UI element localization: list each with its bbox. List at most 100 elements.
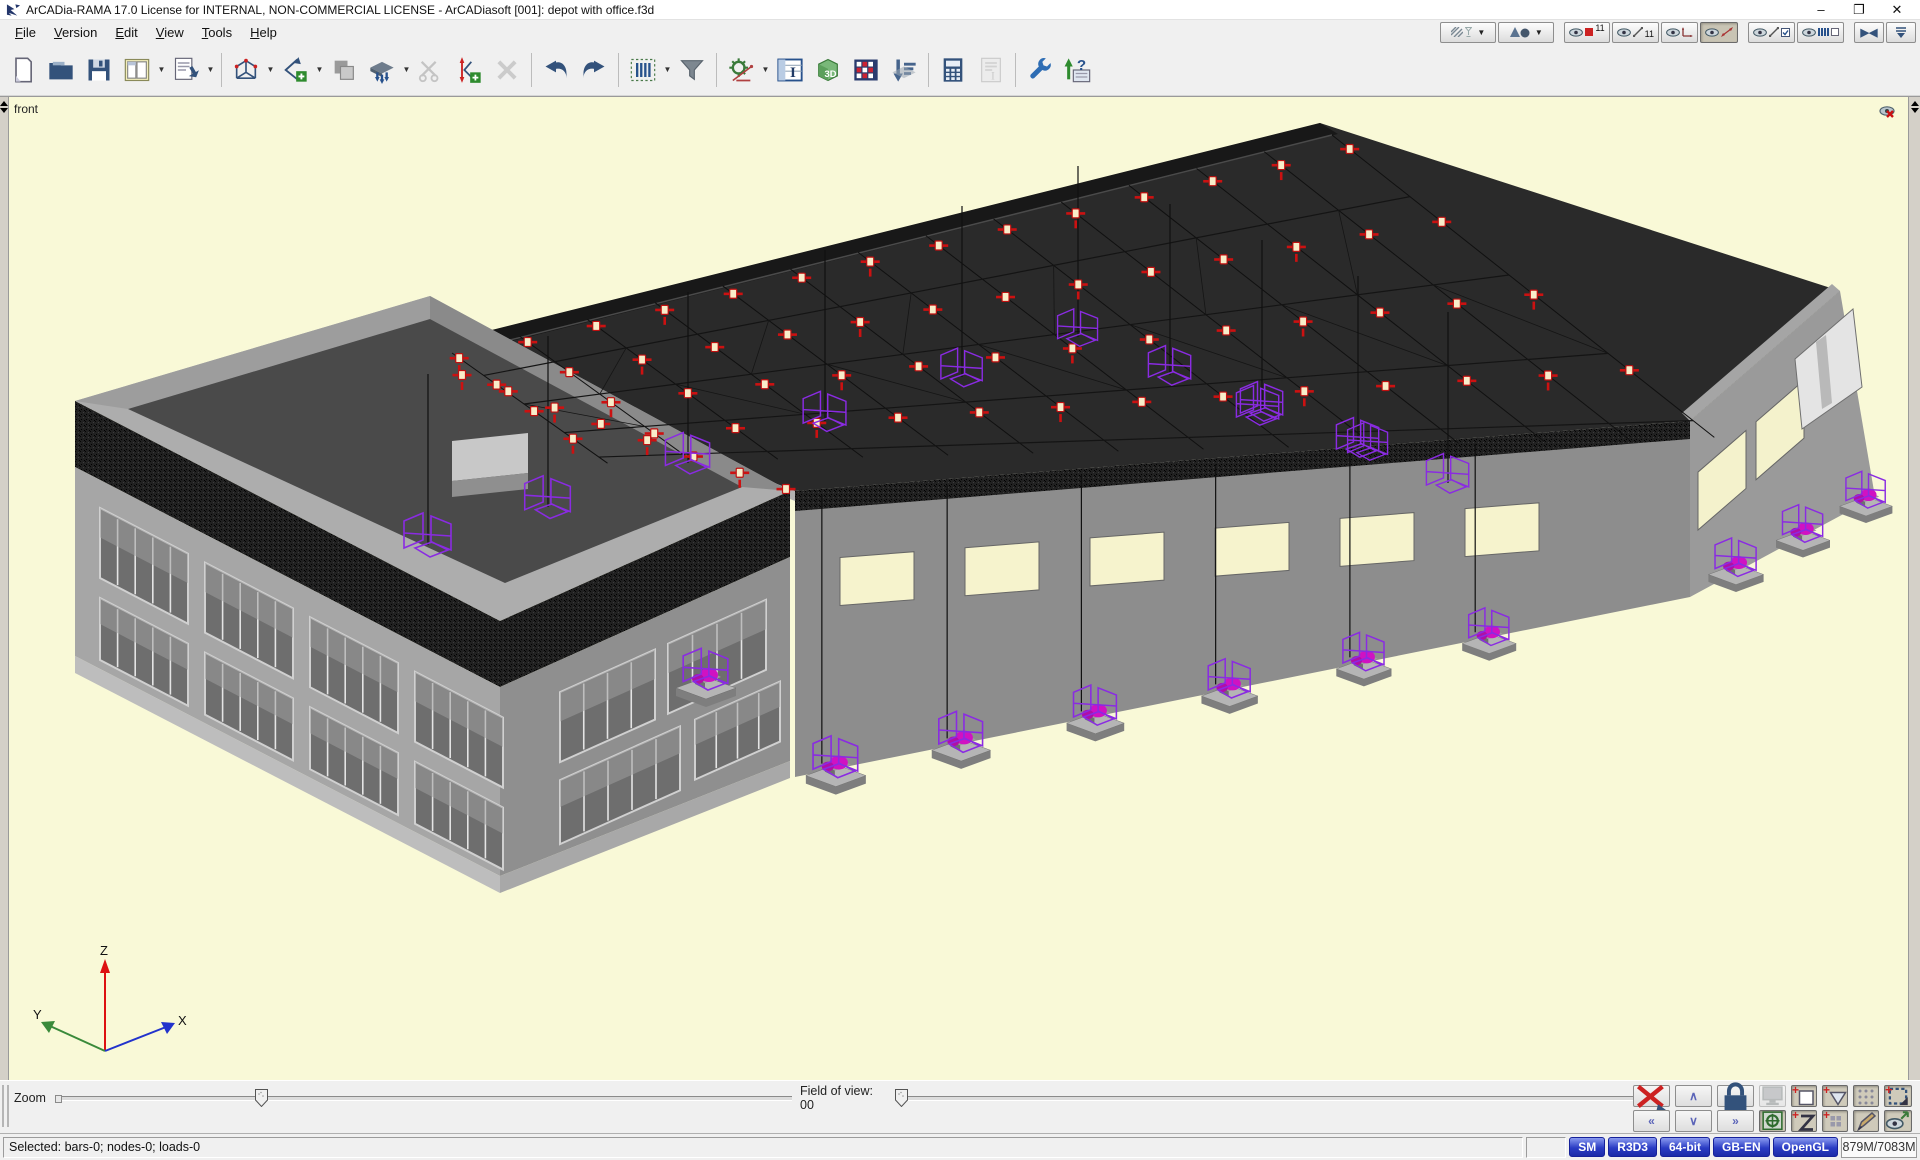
redo-icon [580, 56, 608, 84]
open-file-button[interactable] [42, 49, 80, 91]
add-dimension-button[interactable] [450, 49, 488, 91]
crop-icon: + [1885, 1084, 1911, 1108]
shading-mode-dropdown[interactable]: ▼ [1498, 22, 1554, 43]
menu-edit[interactable]: Edit [106, 23, 146, 42]
zoom-slider-thumb[interactable] [255, 1089, 268, 1107]
close-button[interactable]: ✕ [1878, 0, 1916, 19]
view-toggle-toolbar: ▼ ▼ 11 11 [1434, 22, 1920, 43]
frame-generator-button[interactable] [227, 49, 265, 91]
delete-button[interactable] [488, 49, 526, 91]
select-bars-button[interactable] [624, 49, 662, 91]
main-toolbar: ▼ ▼ ▼ ▼ ▼ ▼ ▼ I 3D I ? [0, 44, 1920, 96]
node-number-badge: 11 [1595, 23, 1604, 33]
zoom-slider[interactable] [56, 1096, 792, 1101]
duplicate-button[interactable] [325, 49, 363, 91]
toggle-node-numbers[interactable]: 11 [1564, 22, 1609, 43]
save-file-button[interactable] [80, 49, 118, 91]
report-button[interactable]: I [972, 49, 1010, 91]
structure-settings-dropdown[interactable]: ▼ [760, 49, 771, 91]
undo-button[interactable] [537, 49, 575, 91]
toggle-dimensions[interactable] [1700, 22, 1738, 43]
render-mode-dropdown[interactable]: ▼ [1440, 22, 1496, 43]
title-bar: ArCADia-RAMA 17.0 License for INTERNAL, … [0, 0, 1920, 20]
new-file-button[interactable] [4, 49, 42, 91]
restore-button[interactable]: ❐ [1840, 0, 1878, 19]
toggle-grid-visibility[interactable] [1797, 22, 1844, 43]
close-view-button[interactable] [1878, 105, 1900, 126]
view-crop-button[interactable]: + [1884, 1085, 1912, 1107]
view-visibility-button[interactable] [1884, 1110, 1912, 1132]
toolbar-grip[interactable] [2, 1085, 9, 1127]
view-3d-button[interactable]: 3D [809, 49, 847, 91]
toggle-bar-numbers[interactable]: 11 [1612, 22, 1659, 43]
3d-viewport[interactable]: front [0, 96, 1920, 1080]
import-document-button[interactable] [167, 49, 205, 91]
expand-panel-button[interactable] [1886, 22, 1916, 43]
menu-help[interactable]: Help [241, 23, 286, 42]
sort-loads-button[interactable] [885, 49, 923, 91]
collapse-panel-button[interactable]: ▶◀ [1854, 22, 1884, 43]
glass-icon [1465, 27, 1472, 37]
screen-fit-button[interactable] [1759, 1110, 1786, 1132]
display-mode-button[interactable] [1759, 1085, 1786, 1107]
add-load-button[interactable] [363, 49, 401, 91]
axis-y-label: Y [33, 1007, 42, 1022]
menu-view[interactable]: View [147, 23, 193, 42]
status-badge: OpenGL [1773, 1137, 1838, 1157]
eye-icon [1569, 28, 1583, 37]
redo-button[interactable] [575, 49, 613, 91]
toggle-bars-visibility[interactable] [1748, 22, 1795, 43]
menu-file[interactable]: File [6, 23, 45, 42]
structure-settings-button[interactable] [722, 49, 760, 91]
view-new-triangle-button[interactable]: + [1822, 1085, 1848, 1107]
rotate-down-button[interactable]: ∨ [1675, 1110, 1712, 1132]
3d-scene[interactable]: Z Y X [0, 97, 1920, 1080]
view-hourglass-button[interactable]: + [1791, 1110, 1817, 1132]
lock-view-button[interactable] [1717, 1085, 1754, 1107]
toggle-supports[interactable] [1661, 22, 1698, 43]
minimize-button[interactable]: – [1802, 0, 1840, 19]
add-bar-dropdown[interactable]: ▼ [314, 49, 325, 91]
results-map-button[interactable] [847, 49, 885, 91]
fov-slider-thumb[interactable] [895, 1089, 908, 1107]
refresh-view-button[interactable] [1633, 1085, 1670, 1107]
add-bar-button[interactable] [276, 49, 314, 91]
left-splitter[interactable] [0, 97, 9, 1080]
options-button[interactable] [1021, 49, 1059, 91]
cut-button[interactable] [412, 49, 450, 91]
window-controls: – ❐ ✕ [1802, 0, 1916, 19]
view-new-window-button[interactable]: + [1791, 1085, 1817, 1107]
svg-text:+: + [1792, 1110, 1799, 1122]
import-document-dropdown[interactable]: ▼ [205, 49, 216, 91]
gear-structure-icon [727, 56, 755, 84]
layers-icon [330, 56, 358, 84]
project-panels-dropdown[interactable]: ▼ [156, 49, 167, 91]
view-grid-button[interactable]: + [1822, 1110, 1848, 1132]
calculate-button[interactable] [934, 49, 972, 91]
results-grid-icon [852, 56, 880, 84]
memory-indicator: 879M/7083M [1841, 1137, 1917, 1158]
add-load-dropdown[interactable]: ▼ [401, 49, 412, 91]
help-guide-button[interactable]: ? [1059, 49, 1097, 91]
view-dotted-button[interactable] [1853, 1085, 1879, 1107]
rotate-right-button[interactable]: » [1717, 1110, 1754, 1132]
frame-generator-dropdown[interactable]: ▼ [265, 49, 276, 91]
app-logo-icon [6, 3, 21, 17]
fov-slider[interactable] [898, 1096, 1645, 1101]
splitter-down-icon [1911, 108, 1919, 113]
data-table-button[interactable]: I [771, 49, 809, 91]
filter-button[interactable] [673, 49, 711, 91]
bar-icon [1769, 27, 1779, 37]
view-edit-button[interactable] [1853, 1110, 1879, 1132]
menu-tools[interactable]: Tools [193, 23, 241, 42]
project-panels-button[interactable] [118, 49, 156, 91]
axis-x-label: X [178, 1013, 187, 1028]
select-bars-dropdown[interactable]: ▼ [662, 49, 673, 91]
splitter-up-icon [0, 101, 8, 106]
rotate-left-button[interactable]: « [1633, 1110, 1670, 1132]
menu-version[interactable]: Version [45, 23, 106, 42]
navigation-bar: Zoom Field of view: 00 ∧ + + + « ∨ » + + [0, 1080, 1920, 1133]
svg-text:+: + [1792, 1085, 1799, 1097]
rotate-up-button[interactable]: ∧ [1675, 1085, 1712, 1107]
right-splitter[interactable] [1908, 97, 1920, 1080]
